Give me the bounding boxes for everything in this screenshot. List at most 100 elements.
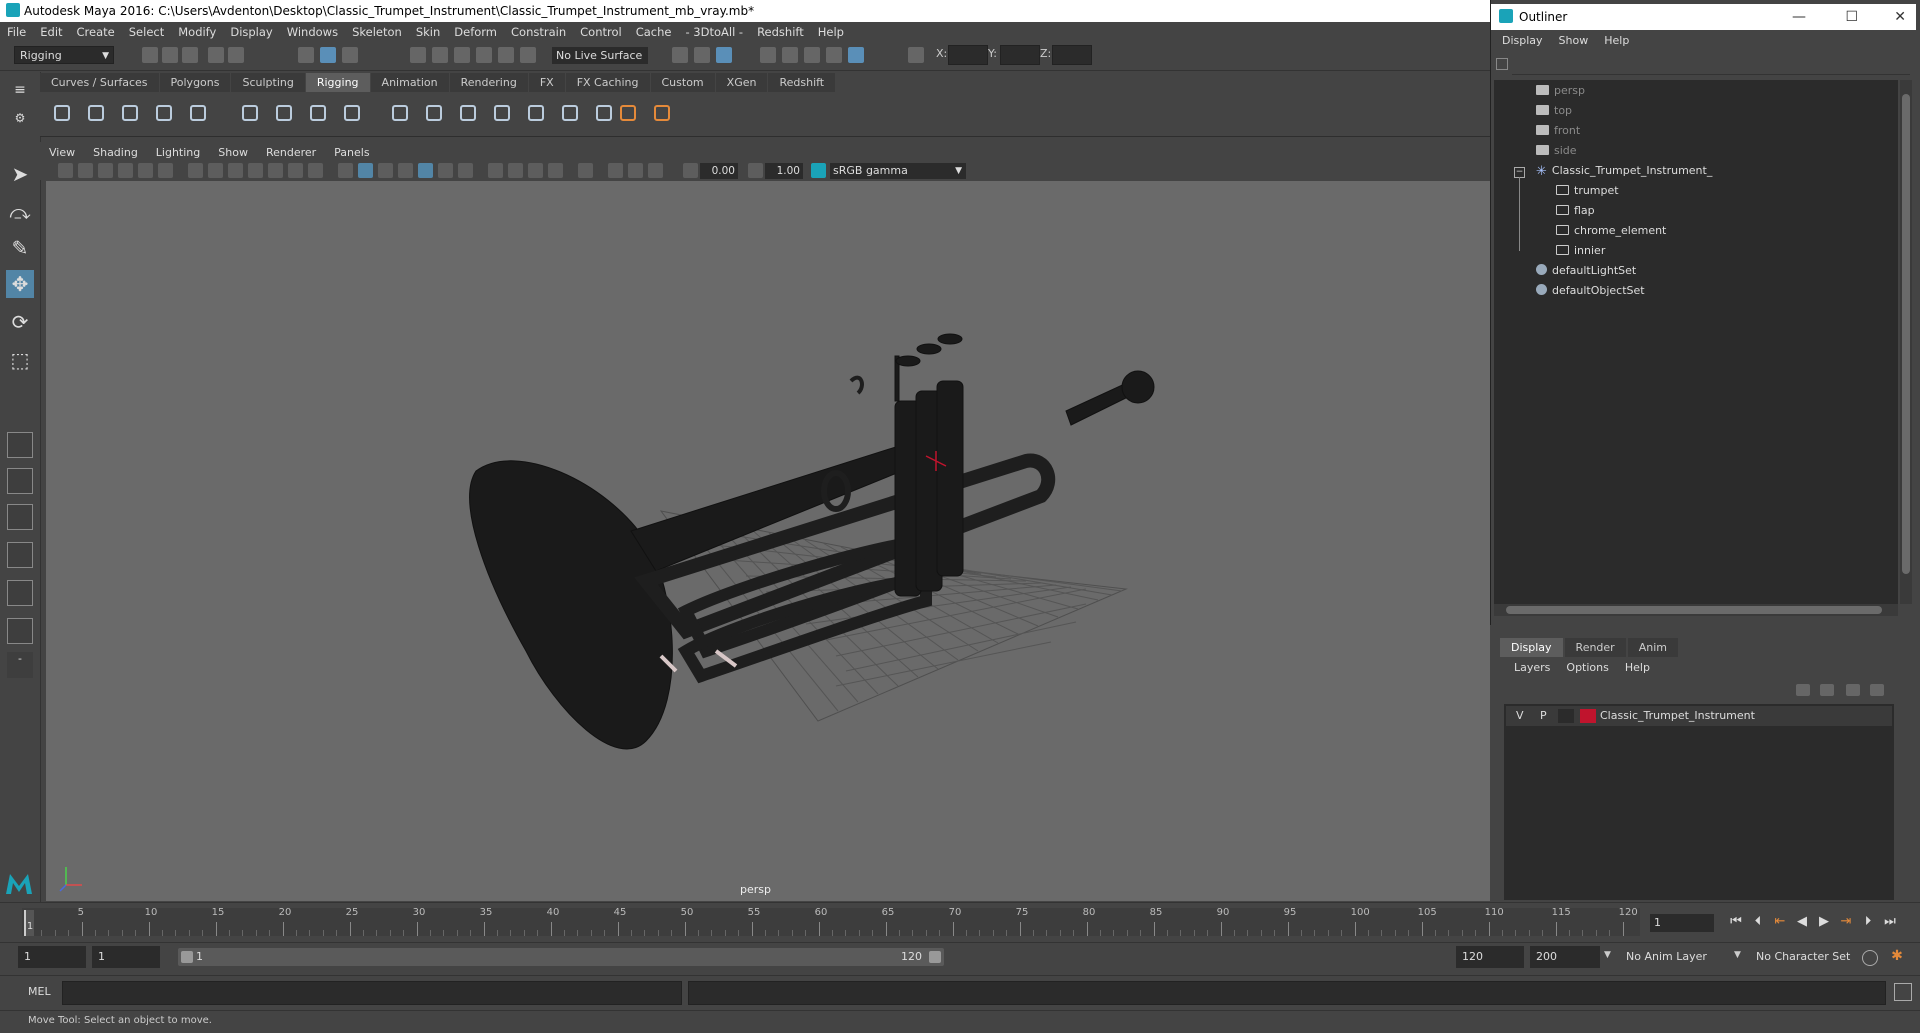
tab-curves-surfaces[interactable]: Curves / Surfaces	[40, 73, 159, 92]
redo-icon[interactable]	[228, 47, 244, 63]
tab-redshift[interactable]: Redshift	[768, 73, 836, 92]
wireframe-on-shaded-icon[interactable]	[398, 163, 413, 178]
go-to-end-icon[interactable]: ⏭	[1882, 914, 1898, 930]
animation-end-field[interactable]: 200	[1530, 946, 1600, 968]
safe-action-icon[interactable]	[288, 163, 303, 178]
smooth-shade-icon[interactable]	[358, 163, 373, 178]
snap-grid-icon[interactable]	[410, 47, 426, 63]
output-ops-icon[interactable]	[694, 47, 710, 63]
live-surface-field[interactable]: No Live Surface	[552, 47, 648, 64]
tab-polygons[interactable]: Polygons	[159, 73, 231, 92]
xform-toggle-icon[interactable]	[908, 47, 924, 63]
layout-more-icon[interactable]: -	[7, 652, 33, 678]
list-item[interactable]: chrome_element	[1556, 222, 1666, 240]
default-lighting-icon[interactable]	[378, 163, 393, 178]
range-end-handle[interactable]	[929, 951, 941, 963]
tab-fx[interactable]: FX	[528, 73, 565, 92]
current-frame-field[interactable]: 1	[1650, 914, 1714, 932]
tab-render-layers[interactable]: Render	[1564, 638, 1626, 657]
panel-menu-panels[interactable]: Panels	[325, 146, 378, 159]
menu-display[interactable]: Display	[223, 25, 279, 39]
animation-start-field[interactable]: 1	[18, 946, 86, 968]
scrollbar-thumb[interactable]	[1902, 94, 1910, 574]
play-forwards-icon[interactable]: ▶	[1816, 914, 1832, 930]
menu-edit[interactable]: Edit	[33, 25, 69, 39]
snap-curve-icon[interactable]	[432, 47, 448, 63]
command-input[interactable]	[62, 981, 682, 1005]
tab-sculpting[interactable]: Sculpting	[231, 73, 305, 92]
tab-rigging[interactable]: Rigging	[305, 73, 370, 92]
maximize-icon[interactable]: ☐	[1845, 4, 1858, 30]
menu-set-dropdown[interactable]: Rigging ▼	[14, 46, 114, 64]
panel-menu-renderer[interactable]: Renderer	[257, 146, 325, 159]
move-tool-icon[interactable]: ✥	[6, 270, 34, 298]
new-scene-icon[interactable]	[142, 47, 158, 63]
menu-3dtoall[interactable]: - 3DtoAll -	[678, 25, 750, 39]
bookmark-icon[interactable]	[98, 163, 113, 178]
menu-skeleton[interactable]: Skeleton	[345, 25, 409, 39]
persp-graph-layout-icon[interactable]	[7, 542, 33, 568]
list-item[interactable]: defaultObjectSet	[1536, 282, 1645, 300]
shelf-settings-icon[interactable]: ⚙	[6, 104, 34, 132]
xray-joints-icon[interactable]	[648, 163, 663, 178]
gamma-icon[interactable]	[748, 163, 763, 178]
menu-deform[interactable]: Deform	[447, 25, 504, 39]
tab-xgen[interactable]: XGen	[715, 73, 768, 92]
go-to-start-icon[interactable]: ⏮	[1728, 914, 1744, 930]
grid-toggle-icon[interactable]	[188, 163, 203, 178]
shadows-icon[interactable]	[458, 163, 473, 178]
add-joint-icon[interactable]	[616, 101, 640, 125]
aim-constraint-icon[interactable]	[422, 101, 446, 125]
list-item[interactable]: innier	[1556, 242, 1605, 260]
close-icon[interactable]: ✕	[1894, 4, 1906, 30]
outliner-menu-show[interactable]: Show	[1551, 34, 1597, 52]
layer-color-swatch[interactable]	[1580, 709, 1596, 723]
scrollbar-thumb[interactable]	[1506, 606, 1882, 614]
joint-tool-icon[interactable]	[50, 101, 74, 125]
snap-view-plane-icon[interactable]	[476, 47, 492, 63]
single-perspective-layout-icon[interactable]	[7, 432, 33, 458]
new-layer-selected-icon[interactable]	[1870, 684, 1884, 696]
list-item[interactable]: flap	[1556, 202, 1595, 220]
menu-select[interactable]: Select	[122, 25, 171, 39]
menu-redshift[interactable]: Redshift	[750, 25, 811, 39]
layer-menu-options[interactable]: Options	[1558, 661, 1616, 674]
menu-create[interactable]: Create	[70, 25, 122, 39]
pole-vector-icon[interactable]	[558, 101, 582, 125]
layer-playback-toggle[interactable]: P	[1540, 709, 1547, 722]
save-scene-icon[interactable]	[182, 47, 198, 63]
resolution-gate-icon[interactable]	[228, 163, 243, 178]
ik-handle-icon[interactable]	[84, 101, 108, 125]
camera-attributes-icon[interactable]	[78, 163, 93, 178]
cluster-icon[interactable]	[272, 101, 296, 125]
outliner-horizontal-scrollbar[interactable]	[1494, 604, 1898, 616]
two-d-pan-zoom-icon[interactable]	[138, 163, 153, 178]
hypershade-icon[interactable]	[848, 47, 864, 63]
outliner-vertical-scrollbar[interactable]	[1900, 80, 1912, 604]
remove-joint-icon[interactable]	[650, 101, 674, 125]
list-item[interactable]: side	[1536, 142, 1577, 160]
list-item[interactable]: trumpet	[1556, 182, 1619, 200]
menu-modify[interactable]: Modify	[171, 25, 223, 39]
orient-constraint-icon[interactable]	[456, 101, 480, 125]
grease-pencil-icon[interactable]	[158, 163, 173, 178]
minimize-icon[interactable]: —	[1792, 4, 1806, 30]
paint-select-tool-icon[interactable]: ✎	[6, 234, 34, 262]
input-ops-icon[interactable]	[672, 47, 688, 63]
isolate-select-icon[interactable]	[578, 163, 593, 178]
menu-control[interactable]: Control	[573, 25, 629, 39]
character-set-dropdown[interactable]: No Character Set	[1750, 946, 1860, 968]
layer-visibility-toggle[interactable]: V	[1516, 709, 1524, 722]
playback-start-field[interactable]: 1	[92, 946, 160, 968]
layer-menu-layers[interactable]: Layers	[1506, 661, 1558, 674]
panel-menu-view[interactable]: View	[40, 146, 84, 159]
snap-point-icon[interactable]	[454, 47, 470, 63]
use-all-lights-icon[interactable]	[438, 163, 453, 178]
tab-display-layers[interactable]: Display	[1500, 638, 1563, 657]
wrap-deformer-icon[interactable]	[306, 101, 330, 125]
move-layer-up-icon[interactable]	[1796, 684, 1810, 696]
field-chart-icon[interactable]	[268, 163, 283, 178]
chevron-down-icon[interactable]: ▼	[1734, 950, 1741, 960]
view-transform-dropdown[interactable]: sRGB gamma ▼	[830, 163, 966, 179]
script-language-toggle[interactable]: MEL	[28, 985, 51, 998]
